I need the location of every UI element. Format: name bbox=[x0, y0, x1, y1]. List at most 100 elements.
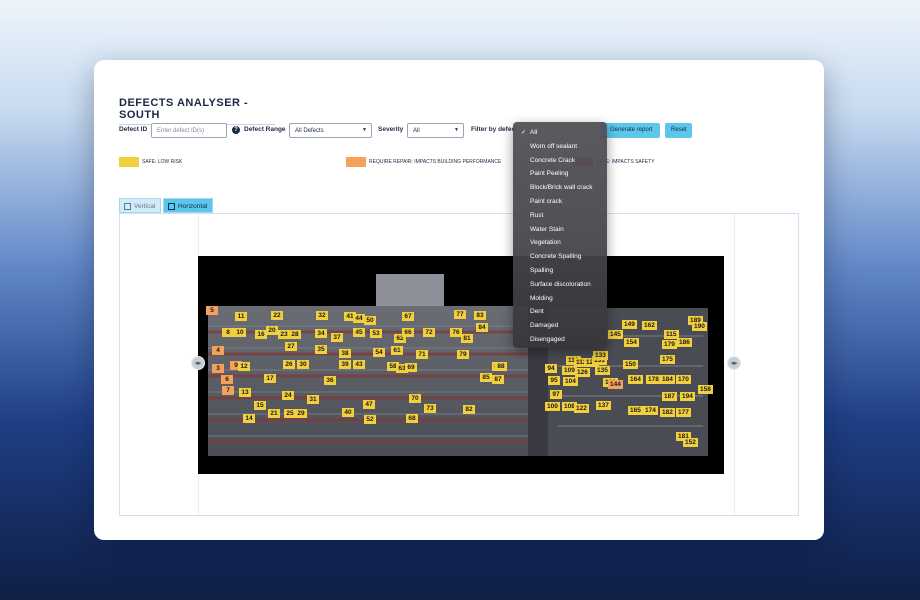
generate-report-button[interactable]: Generate report bbox=[600, 123, 660, 138]
defect-marker[interactable]: 77 bbox=[454, 310, 466, 319]
defect-marker[interactable]: 72 bbox=[423, 328, 435, 337]
menu-item-rust[interactable]: Rust bbox=[513, 209, 607, 222]
defect-marker[interactable]: 35 bbox=[315, 345, 327, 354]
defect-marker[interactable]: 52 bbox=[364, 415, 376, 424]
severity-select[interactable]: All ▼ bbox=[407, 123, 464, 138]
defect-marker[interactable]: 37 bbox=[331, 333, 343, 342]
defect-marker[interactable]: 50 bbox=[364, 316, 376, 325]
defect-marker[interactable]: 170 bbox=[676, 375, 691, 384]
defect-marker[interactable]: 162 bbox=[642, 321, 657, 330]
defect-marker[interactable]: 150 bbox=[623, 360, 638, 369]
defect-marker[interactable]: 81 bbox=[461, 334, 473, 343]
defect-marker[interactable]: 27 bbox=[285, 342, 297, 351]
defect-marker[interactable]: 32 bbox=[316, 311, 328, 320]
menu-item-damaged[interactable]: Damaged bbox=[513, 319, 607, 332]
defect-marker[interactable]: 158 bbox=[698, 385, 713, 394]
defect-marker[interactable]: 61 bbox=[391, 346, 403, 355]
tab-horizontal[interactable]: Horizontal bbox=[163, 198, 213, 213]
defect-marker[interactable]: 24 bbox=[282, 391, 294, 400]
defect-marker[interactable]: 31 bbox=[307, 395, 319, 404]
defect-marker[interactable]: 28 bbox=[289, 330, 301, 339]
help-icon[interactable]: ? bbox=[232, 126, 240, 134]
defect-marker[interactable]: 126 bbox=[575, 368, 590, 377]
defect-marker[interactable]: 66 bbox=[402, 328, 414, 337]
defect-marker[interactable]: 88 bbox=[495, 362, 507, 371]
defect-marker[interactable]: 186 bbox=[677, 338, 692, 347]
defect-marker[interactable]: 3 bbox=[212, 364, 224, 373]
defect-marker[interactable]: 83 bbox=[474, 311, 486, 320]
menu-item-surface-discoloration[interactable]: Surface discoloration bbox=[513, 278, 607, 291]
menu-item-paint-peeling[interactable]: Paint Peeling bbox=[513, 167, 607, 180]
defect-marker[interactable]: 135 bbox=[595, 366, 610, 375]
defect-marker[interactable]: 26 bbox=[283, 360, 295, 369]
menu-item-vegetation[interactable]: Vegetation bbox=[513, 236, 607, 249]
defect-marker[interactable]: 34 bbox=[315, 329, 327, 338]
defect-marker[interactable]: 21 bbox=[268, 409, 280, 418]
defect-marker[interactable]: 154 bbox=[624, 338, 639, 347]
defect-marker[interactable]: 14 bbox=[243, 414, 255, 423]
defect-marker[interactable]: 73 bbox=[424, 404, 436, 413]
defect-marker[interactable]: 95 bbox=[548, 376, 560, 385]
menu-item-block-brick-wall-crack[interactable]: Block/Brick wall crack bbox=[513, 181, 607, 194]
defect-marker[interactable]: 47 bbox=[363, 400, 375, 409]
defect-marker[interactable]: 53 bbox=[370, 329, 382, 338]
defect-marker[interactable]: 54 bbox=[373, 348, 385, 357]
defect-marker[interactable]: 82 bbox=[463, 405, 475, 414]
defect-marker[interactable]: 43 bbox=[353, 360, 365, 369]
defect-marker[interactable]: 149 bbox=[622, 320, 637, 329]
defect-marker[interactable]: 190 bbox=[692, 322, 707, 331]
defect-marker[interactable]: 87 bbox=[492, 375, 504, 384]
defect-marker[interactable]: 145 bbox=[608, 330, 623, 339]
defect-marker[interactable]: 22 bbox=[271, 311, 283, 320]
defect-marker[interactable]: 133 bbox=[593, 351, 608, 360]
defect-marker[interactable]: 174 bbox=[643, 406, 658, 415]
defect-marker[interactable]: 70 bbox=[409, 394, 421, 403]
defect-marker[interactable]: 84 bbox=[476, 323, 488, 332]
defect-marker[interactable]: 17 bbox=[264, 374, 276, 383]
menu-item-disengaged[interactable]: Disengaged bbox=[513, 333, 607, 346]
defect-marker[interactable]: 11 bbox=[235, 312, 247, 321]
defect-marker[interactable]: 29 bbox=[295, 409, 307, 418]
defect-marker[interactable]: 38 bbox=[339, 349, 351, 358]
menu-item-spalling[interactable]: Spalling bbox=[513, 264, 607, 277]
defect-marker[interactable]: 40 bbox=[342, 408, 354, 417]
defect-marker[interactable]: 122 bbox=[574, 404, 589, 413]
defect-marker[interactable]: 10 bbox=[234, 328, 246, 337]
defect-marker[interactable]: 5 bbox=[206, 306, 218, 315]
defect-marker[interactable]: 179 bbox=[662, 340, 677, 349]
defect-marker[interactable]: 71 bbox=[416, 350, 428, 359]
menu-item-water-stain[interactable]: Water Stain bbox=[513, 223, 607, 236]
defect-marker[interactable]: 194 bbox=[680, 392, 695, 401]
defect-marker[interactable]: 187 bbox=[662, 392, 677, 401]
defect-marker[interactable]: 68 bbox=[406, 414, 418, 423]
menu-item-concrete-crack[interactable]: Concrete Crack bbox=[513, 154, 607, 167]
defect-marker[interactable]: 97 bbox=[550, 390, 562, 399]
defect-marker[interactable]: 85 bbox=[480, 373, 492, 382]
defect-id-input[interactable]: Enter defect ID(s) bbox=[151, 123, 227, 138]
menu-item-dent[interactable]: Dent bbox=[513, 305, 607, 318]
menu-item-molding[interactable]: Molding bbox=[513, 292, 607, 305]
defect-marker[interactable]: 20 bbox=[266, 326, 278, 335]
defect-marker[interactable]: 39 bbox=[339, 360, 351, 369]
defect-marker[interactable]: 144 bbox=[608, 380, 623, 389]
defect-marker[interactable]: 67 bbox=[402, 312, 414, 321]
defect-marker[interactable]: 182 bbox=[660, 408, 675, 417]
defect-marker[interactable]: 115 bbox=[664, 330, 679, 339]
defect-marker[interactable]: 45 bbox=[353, 328, 365, 337]
defect-marker[interactable]: 8 bbox=[222, 328, 234, 337]
defect-marker[interactable]: 69 bbox=[405, 363, 417, 372]
defect-marker[interactable]: 177 bbox=[676, 408, 691, 417]
pan-right-handle[interactable]: ◂▸ bbox=[727, 356, 741, 370]
menu-item-concrete-spalling[interactable]: Concrete Spalling bbox=[513, 250, 607, 263]
defect-marker[interactable]: 104 bbox=[563, 377, 578, 386]
defect-marker[interactable]: 100 bbox=[545, 402, 560, 411]
defect-marker[interactable]: 30 bbox=[297, 360, 309, 369]
defect-marker[interactable]: 175 bbox=[660, 355, 675, 364]
defect-marker[interactable]: 4 bbox=[212, 346, 224, 355]
tab-vertical[interactable]: Vertical bbox=[119, 198, 161, 213]
defect-marker[interactable]: 165 bbox=[628, 406, 643, 415]
menu-item-worn-off-sealant[interactable]: Worn off sealant bbox=[513, 140, 607, 153]
defect-marker[interactable]: 164 bbox=[628, 375, 643, 384]
menu-item-all[interactable]: ✓ All bbox=[513, 126, 607, 139]
defect-marker[interactable]: 15 bbox=[254, 401, 266, 410]
